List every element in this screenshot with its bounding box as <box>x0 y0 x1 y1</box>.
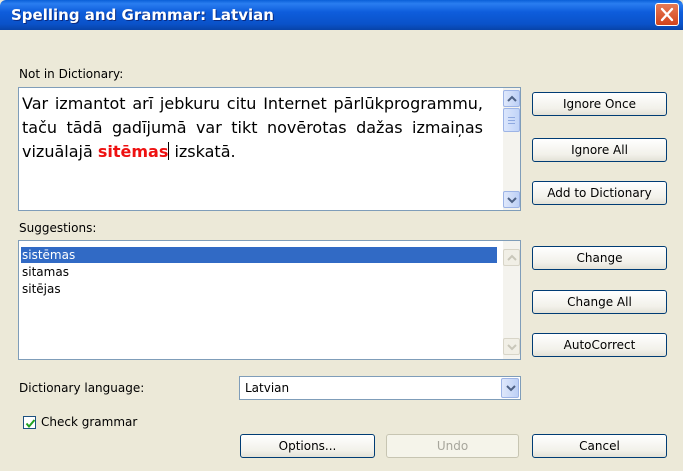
cancel-button[interactable]: Cancel <box>532 434 667 458</box>
list-item-suggestion[interactable]: sitamas <box>21 264 497 280</box>
check-grammar-label: Check grammar <box>41 415 138 429</box>
dictionary-language-value: Latvian <box>245 381 290 395</box>
suggestions-list[interactable]: sistēmas sitamas sitējas <box>18 240 521 360</box>
text-caret <box>168 142 170 160</box>
window-title: Spelling and Grammar: Latvian <box>11 6 274 24</box>
checkmark-icon <box>25 419 36 429</box>
options-button[interactable]: Options... <box>240 434 375 458</box>
sentence-textarea[interactable]: Var izmantot arī jebkuru citu Internet p… <box>18 87 521 211</box>
suggestions-scrollbar[interactable] <box>503 241 520 359</box>
not-in-dictionary-label: Not in Dictionary: <box>19 67 124 81</box>
scroll-up-arrow-icon <box>507 254 517 261</box>
error-word: sitēmas <box>97 142 169 161</box>
scroll-up-arrow-icon <box>507 95 517 102</box>
ignore-once-button[interactable]: Ignore Once <box>532 92 667 116</box>
list-item-suggestion[interactable]: sistēmas <box>21 247 497 263</box>
change-button[interactable]: Change <box>532 246 667 270</box>
dictionary-language-select[interactable]: Latvian <box>239 376 521 400</box>
close-icon <box>660 7 674 22</box>
scroll-down-arrow-icon <box>507 197 517 204</box>
ignore-all-button[interactable]: Ignore All <box>532 138 667 162</box>
undo-button[interactable]: Undo <box>386 434 519 458</box>
add-to-dictionary-button[interactable]: Add to Dictionary <box>532 181 667 205</box>
title-bar: Spelling and Grammar: Latvian <box>0 0 683 30</box>
sentence-text-before: Var izmantot arī jebkuru citu Internet p… <box>22 94 483 161</box>
chevron-down-icon <box>506 385 516 392</box>
dictionary-language-label: Dictionary language: <box>19 381 145 395</box>
scroll-up-button[interactable] <box>503 90 520 107</box>
check-grammar-checkbox[interactable] <box>23 416 36 429</box>
suggestions-label: Suggestions: <box>19 221 97 235</box>
sentence-text-after: izskatā. <box>174 142 236 161</box>
suggestions-scroll-down-button[interactable] <box>503 338 520 355</box>
list-item-suggestion[interactable]: sitējas <box>21 281 497 297</box>
close-button[interactable] <box>655 3 679 26</box>
scroll-down-button[interactable] <box>503 191 520 208</box>
scroll-thumb[interactable] <box>503 108 520 132</box>
scroll-down-arrow-icon <box>507 344 517 351</box>
dropdown-button[interactable] <box>501 378 519 398</box>
autocorrect-button[interactable]: AutoCorrect <box>532 333 667 357</box>
sentence-scrollbar[interactable] <box>503 88 520 210</box>
suggestions-scroll-up-button[interactable] <box>503 249 520 266</box>
change-all-button[interactable]: Change All <box>532 290 667 314</box>
sentence-content: Var izmantot arī jebkuru citu Internet p… <box>22 92 483 164</box>
